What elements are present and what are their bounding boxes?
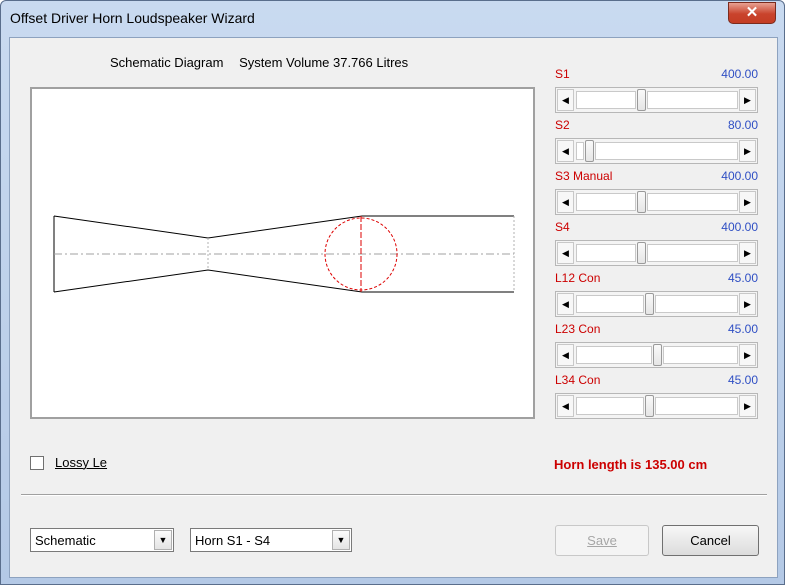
slider-s2: S2 80.00 ◀ ▶ <box>555 118 758 169</box>
slider-value: 80.00 <box>727 118 758 132</box>
slider-label: S1 <box>555 67 570 81</box>
scroll-track-left[interactable] <box>576 91 636 109</box>
section-select[interactable]: Horn S1 - S4 ▼ <box>190 528 352 552</box>
scroll-track-left[interactable] <box>576 295 644 313</box>
scrollbar-s2[interactable]: ◀ ▶ <box>555 138 758 164</box>
chevron-down-icon[interactable]: ▼ <box>154 530 172 550</box>
dialog-client-area: Schematic Diagram System Volume 37.766 L… <box>9 37 778 578</box>
slider-value: 45.00 <box>727 322 758 336</box>
slider-label: L34 Con <box>555 373 601 387</box>
scrollbar-s1[interactable]: ◀ ▶ <box>555 87 758 113</box>
left-arrow-icon[interactable]: ◀ <box>557 395 574 417</box>
scrollbar-s3[interactable]: ◀ ▶ <box>555 189 758 215</box>
left-arrow-icon[interactable]: ◀ <box>557 242 574 264</box>
right-arrow-icon[interactable]: ▶ <box>739 89 756 111</box>
system-volume-text: System Volume 37.766 Litres <box>239 55 409 70</box>
slider-s1: S1 400.00 ◀ ▶ <box>555 67 758 118</box>
scroll-track-left[interactable] <box>576 193 636 211</box>
left-arrow-icon[interactable]: ◀ <box>557 89 574 111</box>
slider-label: L12 Con <box>555 271 601 285</box>
save-button-label: Save <box>587 533 617 548</box>
view-select[interactable]: Schematic ▼ <box>30 528 174 552</box>
cancel-button-label: Cancel <box>690 533 731 548</box>
separator-line <box>21 494 767 496</box>
scroll-track-right[interactable] <box>655 397 738 415</box>
slider-value: 400.00 <box>721 220 758 234</box>
scroll-track-right[interactable] <box>655 295 738 313</box>
cancel-button[interactable]: Cancel <box>662 525 759 556</box>
slider-value: 45.00 <box>727 271 758 285</box>
scroll-track-left[interactable] <box>576 346 652 364</box>
slider-value: 400.00 <box>721 67 758 81</box>
slider-l12: L12 Con 45.00 ◀ ▶ <box>555 271 758 322</box>
scrollbar-l23[interactable]: ◀ ▶ <box>555 342 758 368</box>
slider-l23: L23 Con 45.00 ◀ ▶ <box>555 322 758 373</box>
horn-outline-bottom <box>53 269 514 293</box>
scrollbar-s4[interactable]: ◀ ▶ <box>555 240 758 266</box>
scroll-track-right[interactable] <box>595 142 738 160</box>
slider-label: L23 Con <box>555 322 601 336</box>
section-select-value: Horn S1 - S4 <box>195 533 271 548</box>
scrollbar-l12[interactable]: ◀ ▶ <box>555 291 758 317</box>
scroll-thumb[interactable] <box>637 191 646 213</box>
scroll-thumb[interactable] <box>637 89 646 111</box>
slider-l34: L34 Con 45.00 ◀ ▶ <box>555 373 758 424</box>
slider-label: S4 <box>555 220 570 234</box>
left-arrow-icon[interactable]: ◀ <box>557 293 574 315</box>
close-icon: ✕ <box>745 4 759 21</box>
scroll-track-left[interactable] <box>576 244 636 262</box>
slider-s4: S4 400.00 ◀ ▶ <box>555 220 758 271</box>
scroll-thumb[interactable] <box>653 344 662 366</box>
diagram-heading: Schematic Diagram System Volume 37.766 L… <box>110 55 408 70</box>
scroll-thumb[interactable] <box>645 395 654 417</box>
lossy-le-checkbox[interactable] <box>30 456 44 470</box>
scroll-thumb[interactable] <box>637 242 646 264</box>
scroll-track-right[interactable] <box>663 346 738 364</box>
slider-value: 400.00 <box>721 169 758 183</box>
scroll-thumb[interactable] <box>585 140 594 162</box>
scrollbar-l34[interactable]: ◀ ▶ <box>555 393 758 419</box>
chevron-down-icon[interactable]: ▼ <box>332 530 350 550</box>
left-arrow-icon[interactable]: ◀ <box>557 140 574 162</box>
window-title: Offset Driver Horn Loudspeaker Wizard <box>10 10 255 26</box>
diagram-title: Schematic Diagram <box>110 55 224 70</box>
right-arrow-icon[interactable]: ▶ <box>739 293 756 315</box>
scroll-thumb[interactable] <box>645 293 654 315</box>
slider-label: S3 Manual <box>555 169 613 183</box>
right-arrow-icon[interactable]: ▶ <box>739 191 756 213</box>
scroll-track-right[interactable] <box>647 244 738 262</box>
scroll-track-right[interactable] <box>647 193 738 211</box>
title-bar[interactable]: Offset Driver Horn Loudspeaker Wizard ✕ <box>1 1 784 37</box>
schematic-canvas <box>30 87 535 419</box>
slider-value: 45.00 <box>727 373 758 387</box>
left-arrow-icon[interactable]: ◀ <box>557 191 574 213</box>
scroll-track-left[interactable] <box>576 397 644 415</box>
view-select-value: Schematic <box>35 533 96 548</box>
scroll-track-right[interactable] <box>647 91 738 109</box>
left-arrow-icon[interactable]: ◀ <box>557 344 574 366</box>
slider-s3: S3 Manual 400.00 ◀ ▶ <box>555 169 758 220</box>
scroll-track-left[interactable] <box>576 142 584 160</box>
horn-schematic <box>53 215 515 293</box>
save-button[interactable]: Save <box>555 525 649 556</box>
horn-length-text: Horn length is 135.00 cm <box>554 457 708 472</box>
close-button[interactable]: ✕ <box>728 2 776 24</box>
right-arrow-icon[interactable]: ▶ <box>739 242 756 264</box>
dialog-window: Offset Driver Horn Loudspeaker Wizard ✕ … <box>0 0 785 585</box>
right-arrow-icon[interactable]: ▶ <box>739 395 756 417</box>
lossy-le-label[interactable]: Lossy Le <box>55 455 107 470</box>
right-arrow-icon[interactable]: ▶ <box>739 140 756 162</box>
slider-label: S2 <box>555 118 570 132</box>
right-arrow-icon[interactable]: ▶ <box>739 344 756 366</box>
horn-outline-top <box>53 215 514 239</box>
